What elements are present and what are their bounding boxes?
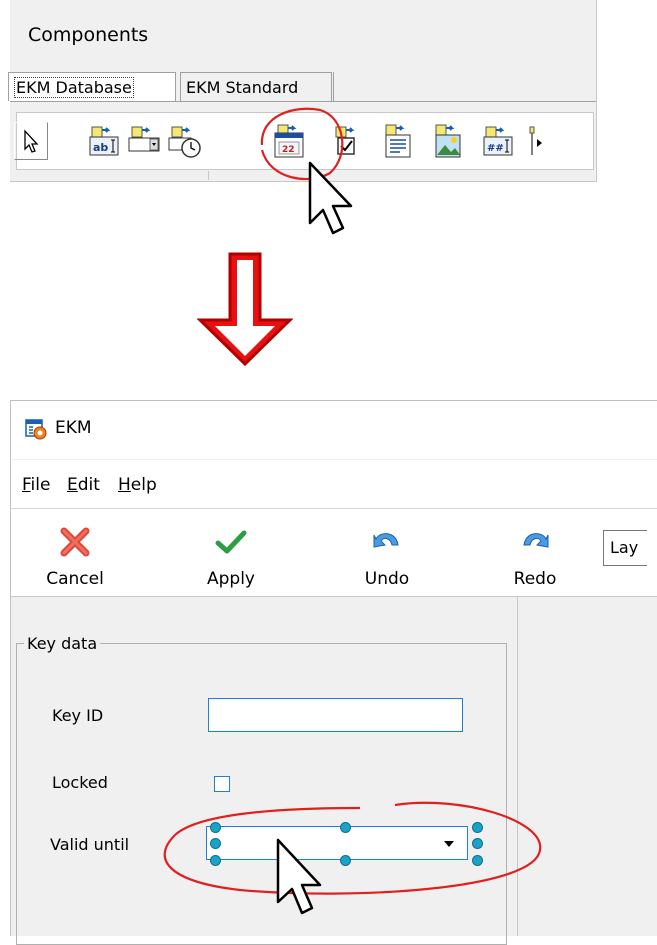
- cancel-x-icon: [60, 527, 90, 557]
- layout-combo[interactable]: Lay: [603, 530, 647, 566]
- menu-help[interactable]: Help: [118, 475, 157, 495]
- resize-handle[interactable]: [210, 855, 221, 866]
- db-image-icon: [435, 124, 461, 158]
- tab-ekm-database[interactable]: EKM Database: [8, 72, 176, 101]
- palette-footer: [10, 171, 596, 181]
- resize-handle[interactable]: [210, 838, 221, 849]
- key-id-input[interactable]: [208, 698, 463, 732]
- resize-handle[interactable]: [340, 822, 351, 833]
- menu-file[interactable]: File: [22, 475, 50, 495]
- cancel-button[interactable]: Cancel: [40, 525, 110, 595]
- apply-button[interactable]: Apply: [196, 525, 266, 595]
- valid-until-label: Valid until: [50, 835, 130, 854]
- db-date-icon: 22: [274, 124, 304, 158]
- db-date-tool[interactable]: 22: [270, 121, 308, 161]
- app-icon: [25, 419, 47, 440]
- window-title: EKM: [55, 418, 92, 438]
- resize-handle[interactable]: [472, 838, 483, 849]
- db-mask-edit-tool[interactable]: ##: [480, 121, 518, 161]
- db-image-tool[interactable]: [430, 121, 468, 161]
- key-data-group: [16, 643, 507, 945]
- checkmark-icon: [215, 530, 247, 554]
- svg-text:ab: ab: [93, 141, 108, 154]
- db-time-tool[interactable]: [166, 121, 204, 161]
- chevron-down-icon[interactable]: [434, 826, 464, 860]
- undo-icon: [373, 533, 399, 548]
- valid-until-date-picker[interactable]: [206, 826, 468, 860]
- locked-label: Locked: [52, 773, 108, 792]
- db-checkbox-tool[interactable]: [330, 121, 368, 161]
- svg-text:22: 22: [282, 145, 295, 155]
- undo-button[interactable]: Undo: [352, 525, 422, 595]
- resize-handle[interactable]: [472, 855, 483, 866]
- group-title: Key data: [24, 634, 101, 653]
- resize-handle[interactable]: [472, 822, 483, 833]
- db-mask-edit-icon: ##: [483, 126, 513, 156]
- db-edit-tool[interactable]: ab: [86, 121, 124, 161]
- palette-scroll-right[interactable]: [528, 121, 548, 161]
- tab-ekm-standard[interactable]: EKM Standard: [180, 72, 334, 101]
- db-memo-icon: [385, 124, 411, 158]
- db-checkbox-icon: [335, 126, 355, 155]
- db-memo-tool[interactable]: [380, 121, 418, 161]
- down-arrow-icon: [197, 252, 293, 367]
- title-bar: EKM: [11, 401, 657, 459]
- resize-handle[interactable]: [210, 822, 221, 833]
- svg-text:##: ##: [487, 143, 504, 154]
- db-time-icon: [168, 126, 201, 158]
- palette-title: Components: [28, 24, 149, 46]
- pointer-icon: [24, 129, 39, 153]
- resize-handle[interactable]: [340, 855, 351, 866]
- scroll-right-icon: [529, 126, 542, 155]
- db-combo-tool[interactable]: [126, 121, 164, 161]
- redo-button[interactable]: Redo: [500, 525, 570, 595]
- key-id-label: Key ID: [52, 706, 104, 725]
- menu-edit[interactable]: Edit: [67, 475, 100, 495]
- pointer-tool-button[interactable]: [14, 122, 48, 160]
- locked-checkbox[interactable]: [214, 776, 230, 792]
- db-combo-icon: [128, 126, 160, 152]
- db-edit-icon: ab: [89, 126, 119, 156]
- menu-bar: [11, 460, 657, 509]
- redo-icon: [523, 533, 549, 548]
